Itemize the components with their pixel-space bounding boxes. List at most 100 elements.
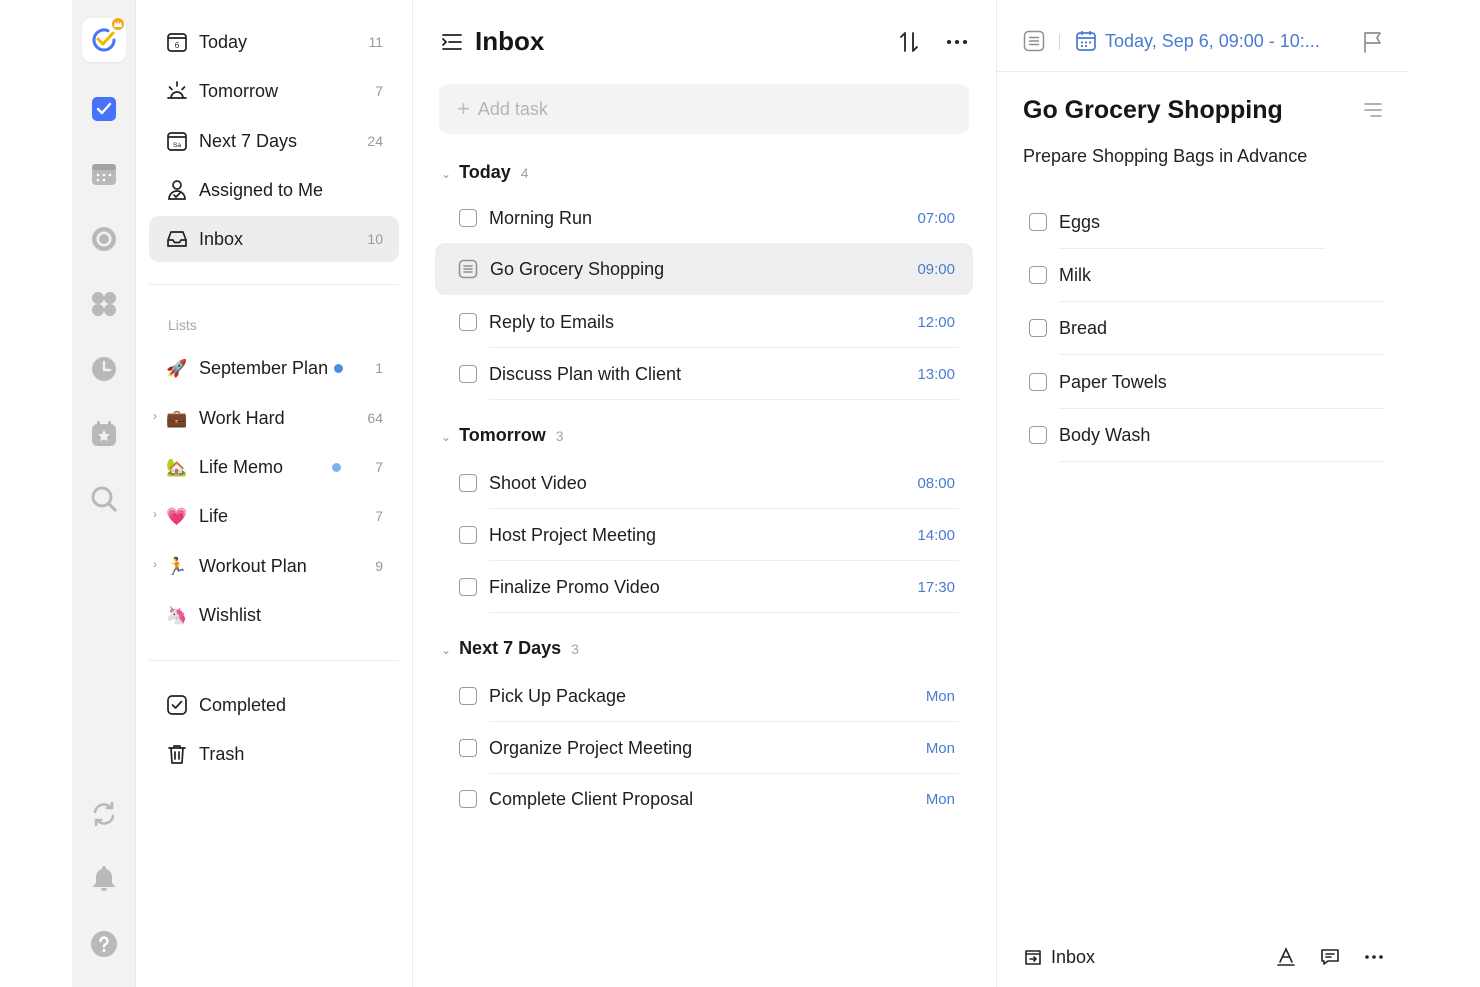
row-divider <box>489 399 959 400</box>
sidebar-item-work-hard[interactable]: › 💼 Work Hard 64 <box>149 395 399 441</box>
task-due: Mon <box>925 739 955 757</box>
subtask-checkbox[interactable] <box>1029 426 1047 444</box>
chevron-down-icon: ⌄ <box>441 643 452 657</box>
sidebar-item-next-7-days[interactable]: Sa Next 7 Days 24 <box>149 118 399 164</box>
task-row[interactable]: Shoot Video 08:00 <box>435 457 973 509</box>
rail-matrix-icon[interactable] <box>86 286 122 322</box>
briefcase-icon: 💼 <box>166 408 188 428</box>
task-row[interactable]: Reply to Emails 12:00 <box>435 296 973 348</box>
collapse-sidebar-icon[interactable] <box>441 31 463 53</box>
sidebar-item-count: 7 <box>375 83 383 99</box>
task-checkbox[interactable] <box>459 790 477 808</box>
subtask-checkbox[interactable] <box>1029 213 1047 231</box>
subtask-checkbox[interactable] <box>1029 266 1047 284</box>
task-detail-title[interactable]: Go Grocery Shopping <box>1023 96 1283 125</box>
task-row-selected[interactable]: Go Grocery Shopping 09:00 <box>435 243 973 295</box>
task-row[interactable]: Finalize Promo Video 17:30 <box>435 561 973 613</box>
sidebar-item-workout-plan[interactable]: › 🏃 Workout Plan 9 <box>149 543 399 589</box>
sidebar-item-trash[interactable]: Trash <box>149 731 399 777</box>
task-row[interactable]: Pick Up Package Mon <box>435 670 973 722</box>
sidebar-divider <box>149 284 399 285</box>
add-task-input[interactable]: + Add task <box>439 84 969 134</box>
sidebar-item-count: 9 <box>375 558 383 574</box>
rail-calendar-icon[interactable] <box>86 156 122 192</box>
more-options-icon[interactable] <box>1363 946 1385 968</box>
task-checkbox[interactable] <box>459 526 477 544</box>
rail-tasks-icon[interactable] <box>86 91 122 127</box>
description-menu-icon[interactable] <box>1363 100 1383 120</box>
sidebar-item-inbox[interactable]: Inbox 10 <box>149 216 399 262</box>
calendar-icon <box>1076 31 1096 51</box>
sidebar-item-today[interactable]: 6 Today 11 <box>149 19 399 65</box>
task-checkbox[interactable] <box>459 474 477 492</box>
chevron-right-icon[interactable]: › <box>153 557 157 571</box>
rail-focus-icon[interactable] <box>86 221 122 257</box>
group-header-today[interactable]: ⌄ Today 4 <box>441 162 529 183</box>
trash-icon <box>165 742 189 766</box>
task-row[interactable]: Discuss Plan with Client 13:00 <box>435 348 973 400</box>
subtask-item[interactable]: Bread <box>1029 301 1385 355</box>
task-checkbox[interactable] <box>459 209 477 227</box>
rail-help-icon[interactable] <box>86 926 122 962</box>
subtask-title: Paper Towels <box>1059 371 1167 392</box>
task-checkbox[interactable] <box>459 739 477 757</box>
chevron-right-icon[interactable]: › <box>153 409 157 423</box>
priority-flag-icon[interactable] <box>1361 30 1385 54</box>
sidebar-item-completed[interactable]: Completed <box>149 682 399 728</box>
person-icon <box>165 178 189 202</box>
subtask-checkbox[interactable] <box>1029 373 1047 391</box>
task-row[interactable]: Morning Run 07:00 <box>435 192 973 244</box>
note-icon[interactable] <box>458 259 478 279</box>
group-header-tomorrow[interactable]: ⌄ Tomorrow 3 <box>441 425 564 446</box>
task-due: 12:00 <box>917 313 955 331</box>
subtask-item[interactable]: Milk <box>1029 248 1385 302</box>
move-to-project-button[interactable]: Inbox <box>1023 947 1095 968</box>
task-due: Mon <box>925 790 955 808</box>
chevron-down-icon: ⌄ <box>441 430 452 444</box>
group-header-next-7-days[interactable]: ⌄ Next 7 Days 3 <box>441 638 579 659</box>
sidebar-item-assigned-to-me[interactable]: Assigned to Me <box>149 167 399 213</box>
sidebar-item-label: September Plan <box>199 357 329 378</box>
task-row[interactable]: Organize Project Meeting Mon <box>435 722 973 774</box>
subtask-item[interactable]: Eggs <box>1029 195 1385 249</box>
rail-sync-icon[interactable] <box>86 796 122 832</box>
task-checkbox[interactable] <box>459 687 477 705</box>
rail-search-icon[interactable] <box>86 481 122 517</box>
more-options-icon[interactable] <box>943 30 971 54</box>
ticktick-logo-icon <box>92 28 116 52</box>
task-title: Host Project Meeting <box>489 524 657 545</box>
app-logo[interactable] <box>82 18 126 62</box>
sidebar-item-life-memo[interactable]: 🏡 Life Memo 7 <box>149 444 399 490</box>
task-title: Morning Run <box>489 207 593 228</box>
task-row[interactable]: Host Project Meeting 14:00 <box>435 509 973 561</box>
note-mode-icon[interactable] <box>1023 30 1045 52</box>
subtask-checkbox[interactable] <box>1029 319 1047 337</box>
sidebar-divider <box>149 660 399 661</box>
sidebar-item-wishlist[interactable]: 🦄 Wishlist <box>149 592 399 638</box>
sort-icon[interactable] <box>897 30 921 54</box>
sidebar-item-label: Completed <box>199 694 287 715</box>
subtask-item[interactable]: Body Wash <box>1029 408 1385 462</box>
group-count: 3 <box>555 428 564 444</box>
sidebar-item-life[interactable]: › 💗 Life 7 <box>149 493 399 539</box>
text-format-icon[interactable] <box>1275 946 1297 968</box>
task-row[interactable]: Complete Client Proposal Mon <box>435 773 973 825</box>
rail-clock-icon[interactable] <box>86 351 122 387</box>
sidebar-item-count: 7 <box>375 508 383 524</box>
plus-icon: + <box>457 96 470 121</box>
sidebar-item-label: Next 7 Days <box>199 130 298 151</box>
task-checkbox[interactable] <box>459 365 477 383</box>
due-date-button[interactable]: Today, Sep 6, 09:00 - 10:... <box>1075 30 1320 52</box>
chevron-right-icon[interactable]: › <box>153 507 157 521</box>
rail-bell-icon[interactable] <box>86 860 122 896</box>
rail-habit-icon[interactable] <box>86 416 122 452</box>
sidebar-item-tomorrow[interactable]: Tomorrow 7 <box>149 68 399 114</box>
subtask-item[interactable]: Paper Towels <box>1029 355 1385 409</box>
task-description[interactable]: Prepare Shopping Bags in Advance <box>1023 146 1307 167</box>
group-count: 4 <box>520 165 529 181</box>
comment-icon[interactable] <box>1319 946 1341 968</box>
sidebar-item-september-plan[interactable]: 🚀 September Plan 1 <box>149 345 399 391</box>
runner-icon: 🏃 <box>166 556 188 576</box>
task-checkbox[interactable] <box>459 313 477 331</box>
task-checkbox[interactable] <box>459 578 477 596</box>
